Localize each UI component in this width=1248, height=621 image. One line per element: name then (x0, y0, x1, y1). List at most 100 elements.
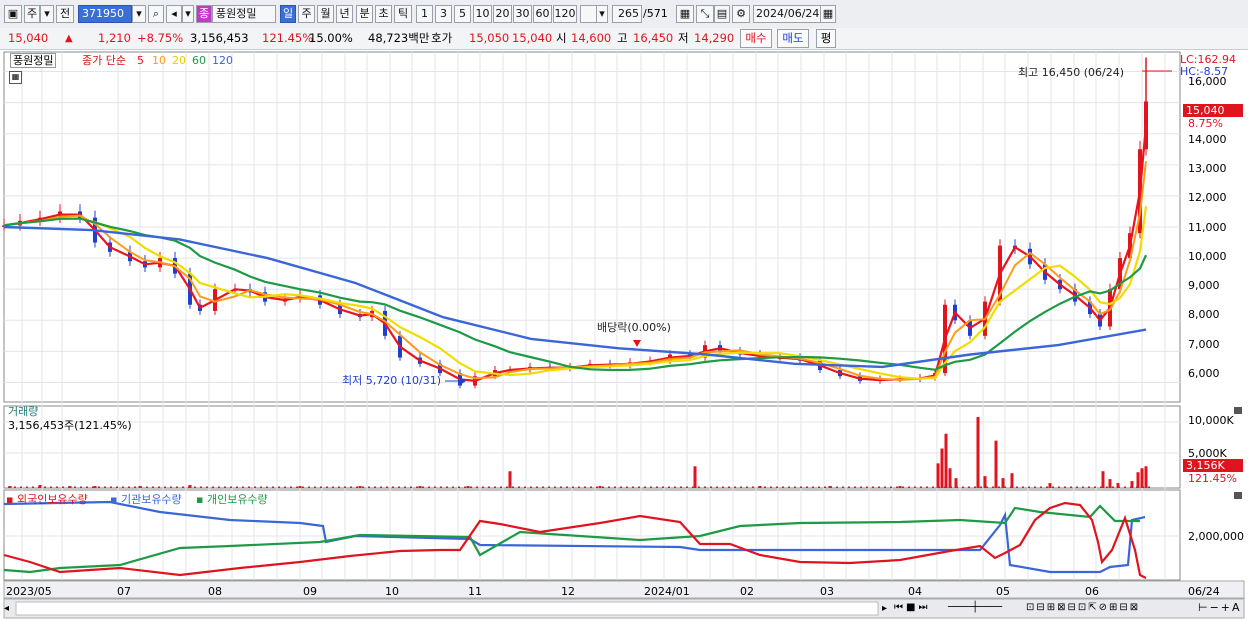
volume-bar (752, 486, 754, 488)
volume-bar (734, 486, 736, 488)
window-menu-icon[interactable]: ▣ (4, 5, 22, 23)
y-tick: 13,000 (1188, 162, 1227, 175)
buy-button[interactable]: 매수 (740, 29, 772, 48)
stock-label[interactable]: 풍원정밀 (10, 53, 57, 68)
high-price: 16,450 (633, 31, 674, 45)
volume-value: 3,156,453주(121.45%) (8, 419, 132, 432)
volume-bar (14, 486, 16, 488)
gear-icon[interactable]: ⚙ (732, 5, 750, 23)
volume-bar (1118, 486, 1120, 488)
volume-bar (146, 486, 148, 488)
period-minute[interactable]: 분 (356, 5, 373, 23)
volume-bar (80, 486, 82, 488)
volume-bar (158, 486, 160, 488)
individual-holdings-legend: ▪ 개인보유수량 (196, 493, 268, 506)
volume-bar (86, 486, 88, 488)
volume-bar (860, 486, 862, 488)
volume-bar (566, 486, 568, 488)
volume-bar (122, 486, 124, 488)
sell-button[interactable]: 매도 (777, 29, 809, 48)
interval-120[interactable]: 120 (553, 5, 577, 23)
y-tick: 9,000 (1188, 279, 1220, 292)
volume-bar (854, 486, 856, 488)
volume-bar (944, 486, 946, 488)
panel-table-icon[interactable]: ▦ (9, 71, 22, 84)
period-year[interactable]: 년 (336, 5, 353, 23)
period-month[interactable]: 월 (317, 5, 334, 23)
period-day[interactable]: 일 (280, 5, 296, 23)
volume-bar (530, 486, 532, 488)
volume-bar (722, 486, 724, 488)
code-input[interactable]: 371950 (78, 5, 132, 23)
volume-bar (776, 486, 778, 488)
volume-bar (1106, 486, 1108, 488)
period-second[interactable]: 초 (375, 5, 392, 23)
volume-bar (296, 486, 298, 488)
grid-icon[interactable]: ▦ (676, 5, 694, 23)
save-icon[interactable]: ▤ (714, 5, 730, 23)
interval-5[interactable]: 5 (454, 5, 471, 23)
volume-bar (956, 486, 958, 488)
volume-bar (698, 486, 700, 488)
volume-bar (1028, 486, 1030, 488)
volume-bar (164, 486, 166, 488)
pyeong-button[interactable]: 평 (816, 29, 836, 48)
period-week[interactable]: 주 (298, 5, 315, 23)
interval-10[interactable]: 10 (473, 5, 492, 23)
x-label: 10 (385, 585, 399, 598)
ma-5-label: 5 (137, 54, 144, 67)
count-input[interactable]: 265 (612, 5, 642, 23)
volume-bar (800, 486, 802, 488)
speaker-icon[interactable]: ◂ (166, 5, 182, 23)
chart-svg[interactable] (0, 50, 1248, 621)
low-label: 저 (678, 31, 689, 45)
volume-bar (134, 486, 136, 488)
ma-120-line (3, 225, 1147, 369)
scroll-left-icon[interactable]: ◂ (4, 602, 9, 615)
custom-interval-dropdown-icon[interactable]: ▾ (596, 5, 608, 23)
jeon-button[interactable]: 전 (56, 5, 74, 23)
ask-price: 15,050 (469, 31, 510, 45)
interval-20[interactable]: 20 (493, 5, 512, 23)
foreign-holdings-legend: ▪ 외국인보유수량 (6, 493, 88, 506)
volume-bar (1052, 486, 1054, 488)
date-input[interactable]: 2024/06/24 (753, 5, 821, 23)
interval-3[interactable]: 3 (435, 5, 452, 23)
volume-bar (908, 486, 910, 488)
open-label: 시 (556, 31, 567, 45)
ma-60-line (3, 217, 1148, 372)
speaker-dropdown-icon[interactable]: ▾ (182, 5, 194, 23)
period-tick[interactable]: 틱 (394, 5, 412, 23)
volume-bar (290, 486, 292, 488)
calendar-icon[interactable]: ▦ (820, 5, 836, 23)
scroll-right-icon[interactable]: ▸ (882, 602, 887, 615)
volume-bar (716, 486, 718, 488)
code-dropdown-icon[interactable]: ▾ (132, 5, 146, 23)
zoom-controls-icon[interactable]: ⊢−+A (1198, 601, 1242, 614)
volume-bar (950, 486, 952, 488)
volume-bar (896, 486, 898, 488)
market-select[interactable]: 주 (24, 5, 40, 23)
zoom-slider[interactable]: ────┼──── (948, 601, 1002, 614)
volume-bar (884, 486, 886, 488)
volume-bar (614, 486, 616, 488)
volume-bar (746, 486, 748, 488)
last-price-pct: 8.75% (1188, 117, 1223, 130)
volume-bar (404, 486, 406, 488)
interval-1[interactable]: 1 (416, 5, 433, 23)
x-end-label: 06/24 (1188, 585, 1220, 598)
search-icon[interactable]: ⌕ (148, 5, 164, 23)
volume-bar (176, 486, 178, 488)
market-dropdown-icon[interactable]: ▾ (40, 5, 54, 23)
volume-bar (368, 486, 370, 488)
chart-tools-icons[interactable]: ⊡⊟⊞⊠⊟⊡⇱⊘⊞⊟⊠ (1026, 601, 1140, 614)
volume-bar (1088, 486, 1090, 488)
volume-bar (254, 486, 256, 488)
hoga-label: 호가 (431, 31, 453, 45)
interval-30[interactable]: 30 (513, 5, 532, 23)
playback-controls-icon[interactable]: ⏮■⏭ (894, 601, 930, 614)
volume-bar (693, 466, 697, 488)
cursor-icon[interactable]: ⤡ (696, 5, 714, 23)
volume-bar (170, 486, 172, 488)
interval-60[interactable]: 60 (533, 5, 552, 23)
